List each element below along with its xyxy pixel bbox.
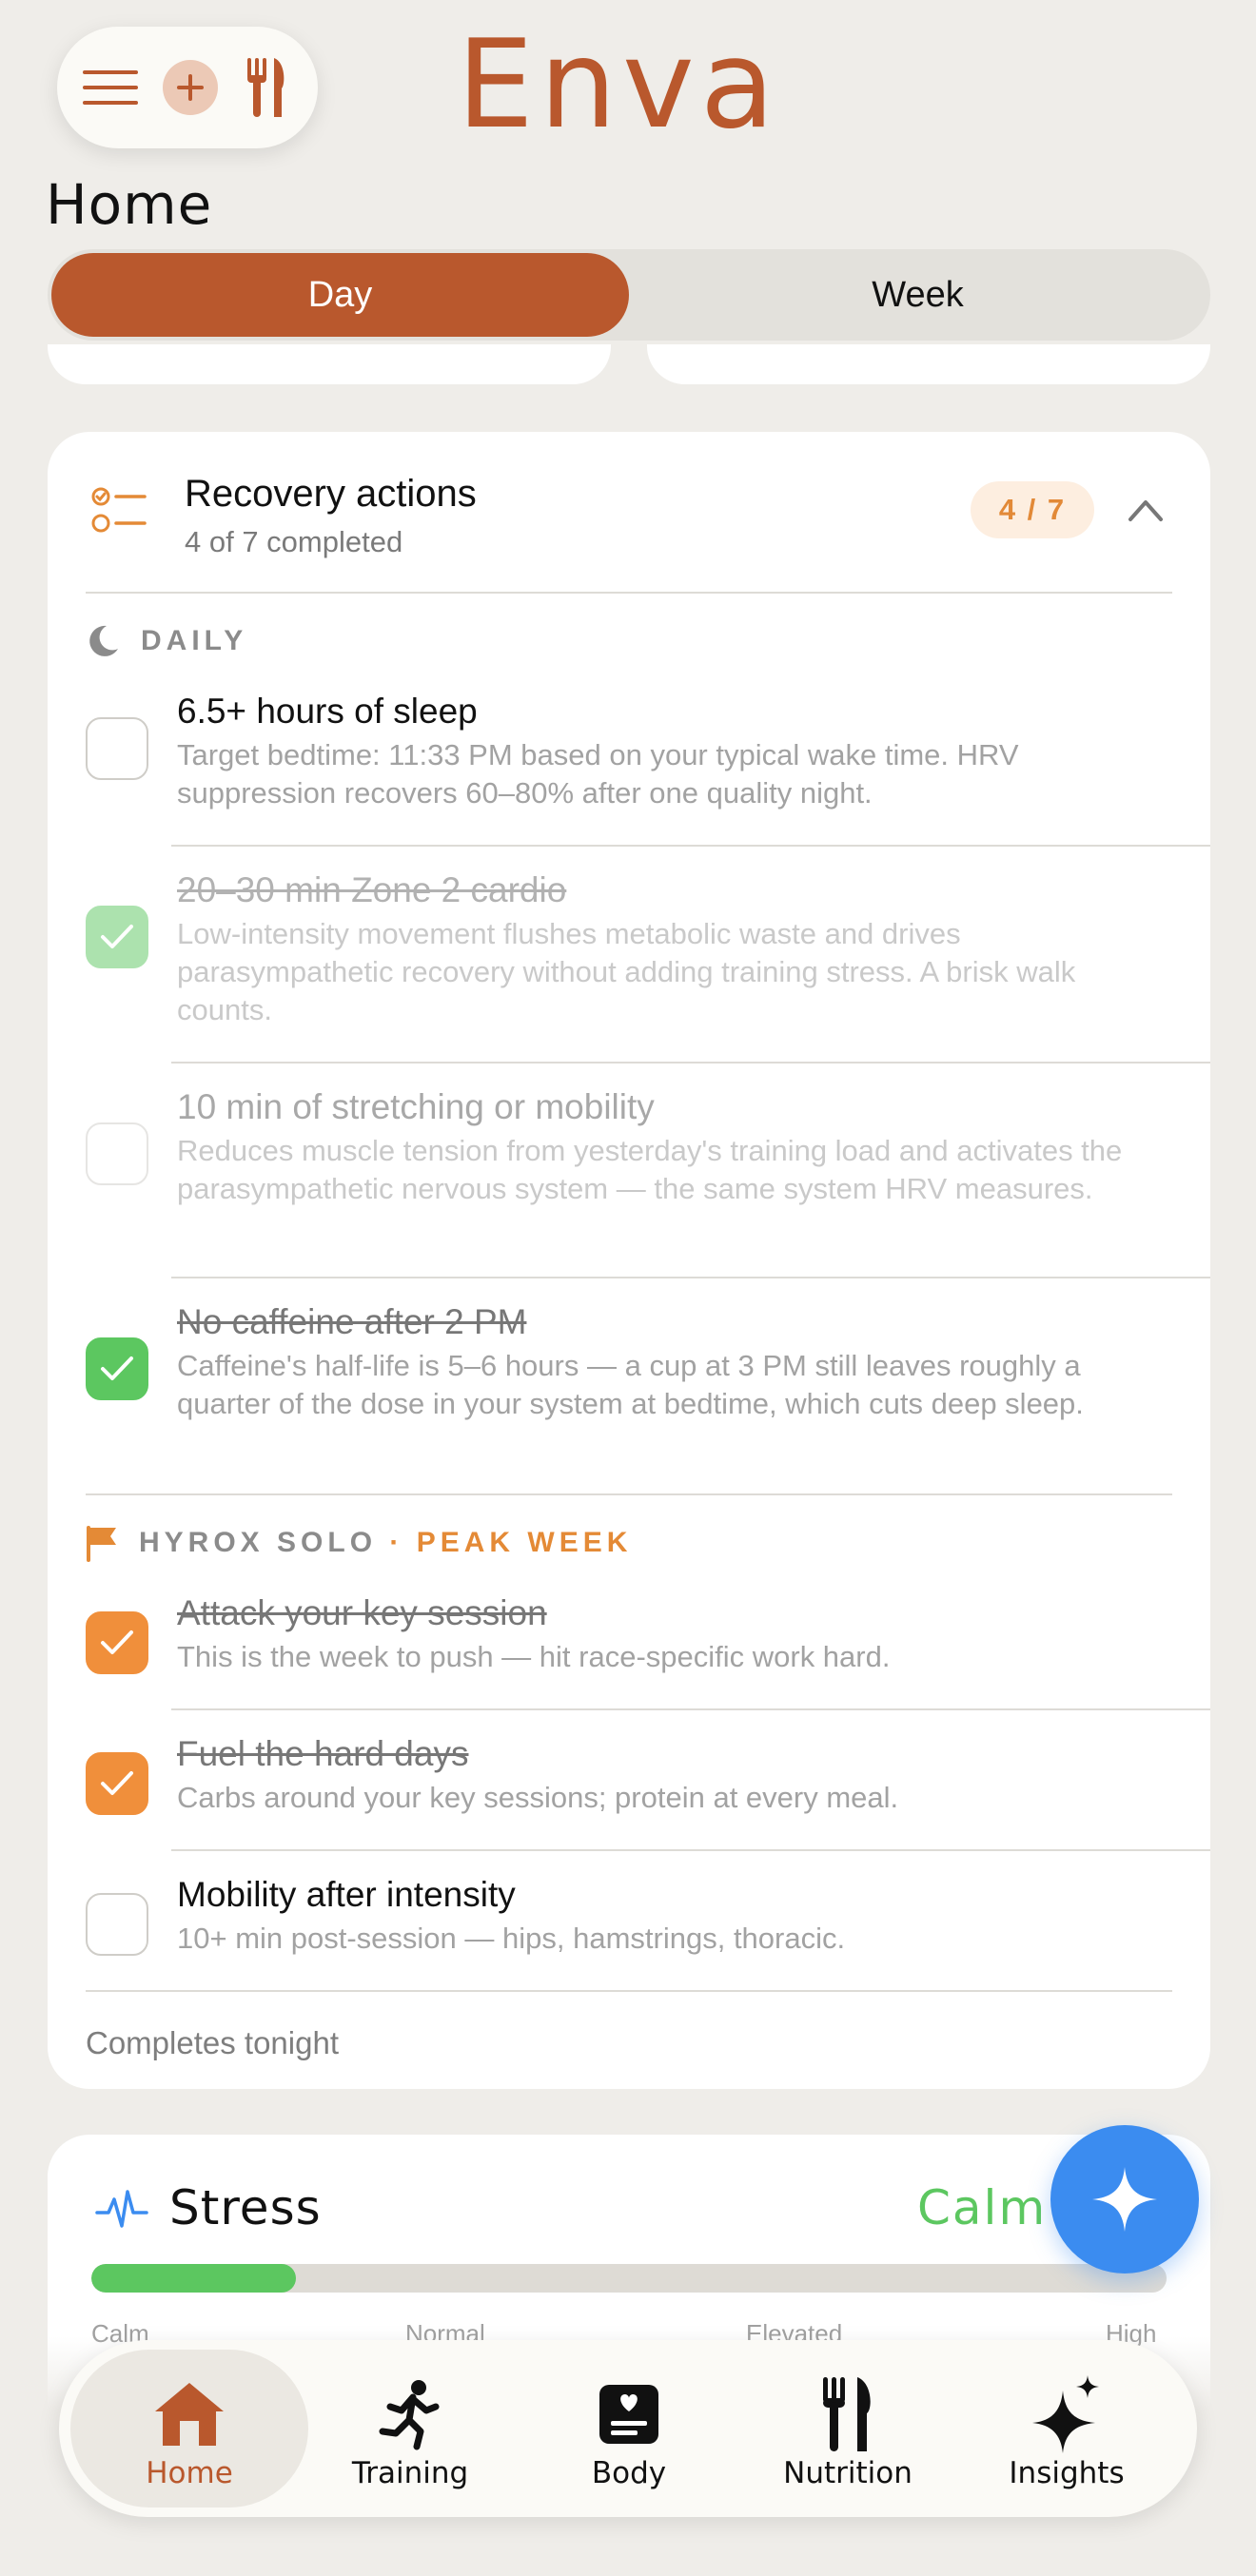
- row-divider: [171, 845, 1210, 847]
- ai-assistant-button[interactable]: [1050, 2125, 1199, 2274]
- header-divider: [86, 592, 1172, 594]
- checkbox-checked[interactable]: [86, 906, 148, 968]
- item-title: 20–30 min Zone 2 cardio: [177, 870, 567, 909]
- checkbox-checked[interactable]: [86, 1337, 148, 1400]
- stress-level-bar: [91, 2264, 1167, 2293]
- stress-status: Calm: [917, 2180, 1048, 2235]
- item-description: This is the week to push — hit race-spec…: [177, 1640, 891, 1673]
- plan-phase: · PEAK WEEK: [389, 1527, 633, 1558]
- item-title: Mobility after intensity: [177, 1875, 516, 1914]
- footer-divider: [86, 1990, 1172, 1992]
- top-actions-pill: [57, 27, 318, 148]
- nav-label: Nutrition: [783, 2456, 913, 2490]
- sparkle-icon: [1029, 2375, 1105, 2453]
- checkbox-checked[interactable]: [86, 1611, 148, 1674]
- nav-nutrition[interactable]: Nutrition: [729, 2350, 967, 2508]
- checkbox-unchecked[interactable]: [86, 1122, 148, 1185]
- hamburger-menu-icon[interactable]: [80, 57, 141, 118]
- segment-day[interactable]: Day: [51, 253, 629, 337]
- home-icon: [151, 2376, 227, 2452]
- card-peek-right: [647, 344, 1210, 384]
- item-title: Fuel the hard days: [177, 1734, 469, 1773]
- completion-badge: 4 / 7: [971, 481, 1094, 538]
- brand-logo: Enva: [457, 14, 781, 156]
- nav-home[interactable]: Home: [70, 2350, 308, 2508]
- stress-title: Stress: [169, 2180, 322, 2235]
- checkbox-unchecked[interactable]: [86, 717, 148, 780]
- fork-knife-icon: [810, 2376, 886, 2452]
- moon-icon: [89, 625, 118, 656]
- nav-body[interactable]: Body: [510, 2350, 748, 2508]
- section-daily-label: DAILY: [141, 625, 248, 656]
- section-divider: [86, 1493, 1172, 1495]
- checklist-icon: [91, 487, 147, 533]
- plan-name: HYROX SOLO: [139, 1527, 378, 1558]
- body-card-icon: [591, 2376, 667, 2452]
- stress-level-fill: [91, 2264, 296, 2293]
- checkbox-checked[interactable]: [86, 1752, 148, 1815]
- nav-insights[interactable]: Insights: [948, 2350, 1186, 2508]
- row-divider: [171, 1849, 1210, 1851]
- item-title: No caffeine after 2 PM: [177, 1302, 527, 1341]
- nav-label: Insights: [1009, 2456, 1125, 2490]
- item-description: Reduces muscle tension from yesterday's …: [177, 1134, 1123, 1205]
- checkbox-unchecked[interactable]: [86, 1893, 148, 1956]
- day-week-toggle: Day Week: [48, 249, 1210, 341]
- flag-icon: [87, 1526, 116, 1562]
- item-description: Carbs around your key sessions; protein …: [177, 1781, 899, 1814]
- item-description: 10+ min post-session — hips, hamstrings,…: [177, 1922, 846, 1955]
- item-title: 6.5+ hours of sleep: [177, 692, 478, 731]
- add-plus-icon[interactable]: [163, 60, 218, 115]
- chevron-up-icon[interactable]: [1125, 493, 1167, 527]
- nav-label: Training: [351, 2456, 469, 2490]
- item-description: Caffeine's half-life is 5–6 hours — a cu…: [177, 1349, 1084, 1420]
- recovery-subtitle: 4 of 7 completed: [185, 525, 403, 558]
- card-peek-left: [48, 344, 611, 384]
- page-title: Home: [46, 172, 213, 237]
- recovery-actions-card: Recovery actions 4 of 7 completed 4 / 7 …: [48, 432, 1210, 2089]
- item-description: Target bedtime: 11:33 PM based on your t…: [177, 738, 1019, 810]
- bottom-nav: Home Training Body Nutrition Insights: [59, 2340, 1197, 2517]
- nav-label: Body: [591, 2456, 667, 2490]
- fork-knife-icon[interactable]: [240, 54, 293, 121]
- segment-week[interactable]: Week: [629, 253, 1207, 337]
- row-divider: [171, 1062, 1210, 1064]
- row-divider: [171, 1277, 1210, 1278]
- recovery-title: Recovery actions: [185, 473, 477, 515]
- sparkle-icon: [1092, 2167, 1157, 2232]
- row-divider: [171, 1708, 1210, 1710]
- recovery-card-header[interactable]: Recovery actions 4 of 7 completed 4 / 7: [48, 432, 1210, 594]
- runner-icon: [372, 2376, 448, 2452]
- pulse-icon: [95, 2190, 148, 2228]
- completion-footer: Completes tonight: [86, 2025, 339, 2060]
- nav-label: Home: [146, 2456, 233, 2490]
- section-plan-label: HYROX SOLO · PEAK WEEK: [139, 1524, 632, 1562]
- item-title: 10 min of stretching or mobility: [177, 1087, 655, 1126]
- nav-training[interactable]: Training: [291, 2350, 529, 2508]
- item-title: Attack your key session: [177, 1593, 547, 1632]
- item-description: Low-intensity movement flushes metabolic…: [177, 917, 1076, 1026]
